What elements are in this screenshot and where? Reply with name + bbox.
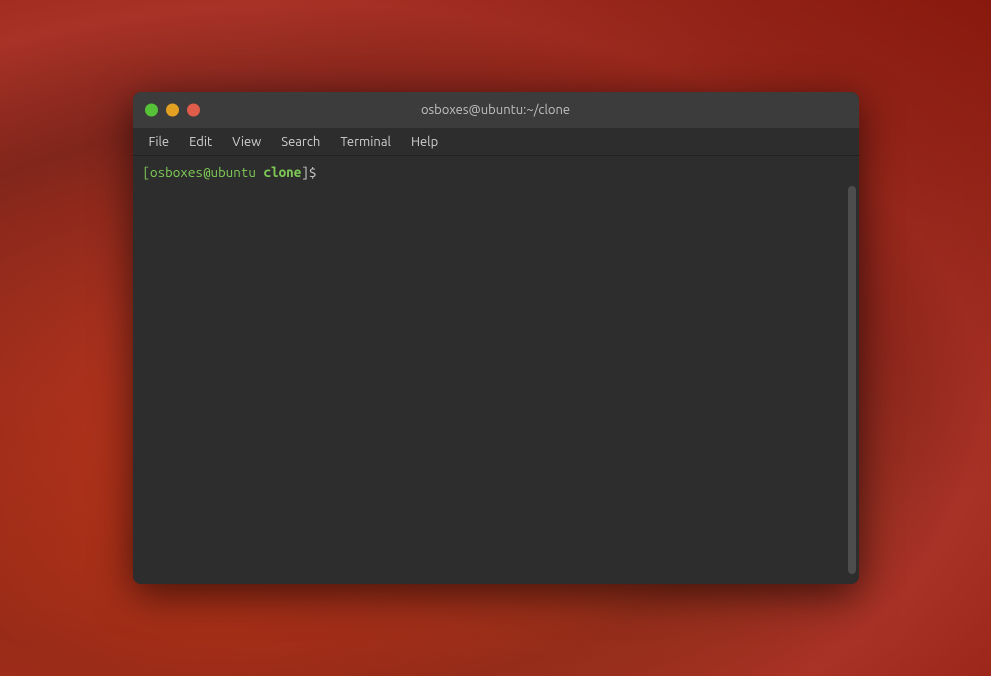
menu-search[interactable]: Search <box>273 132 328 152</box>
menu-terminal[interactable]: Terminal <box>332 132 399 152</box>
minimize-button[interactable] <box>166 104 179 117</box>
cursor <box>316 162 324 182</box>
menu-help[interactable]: Help <box>403 132 446 152</box>
menu-file[interactable]: File <box>141 132 178 152</box>
maximize-button[interactable] <box>145 104 158 117</box>
window-controls <box>145 104 200 117</box>
terminal-window: osboxes@ubuntu:~/clone File Edit View Se… <box>133 92 859 584</box>
close-button[interactable] <box>187 104 200 117</box>
prompt-user: [osboxes@ubuntu <box>143 162 256 182</box>
scrollbar[interactable] <box>848 186 856 574</box>
menu-edit[interactable]: Edit <box>181 132 220 152</box>
terminal-body[interactable]: [osboxes@ubuntu clone ]$ <box>133 156 859 584</box>
menu-view[interactable]: View <box>224 132 269 152</box>
terminal-content: [osboxes@ubuntu clone ]$ <box>143 162 849 182</box>
window-title: osboxes@ubuntu:~/clone <box>421 103 570 117</box>
menu-bar: File Edit View Search Terminal Help <box>133 128 859 156</box>
prompt-line: [osboxes@ubuntu clone ]$ <box>143 162 849 182</box>
prompt-suffix: ]$ <box>301 162 316 182</box>
prompt-path: clone <box>256 162 301 182</box>
title-bar: osboxes@ubuntu:~/clone <box>133 92 859 128</box>
